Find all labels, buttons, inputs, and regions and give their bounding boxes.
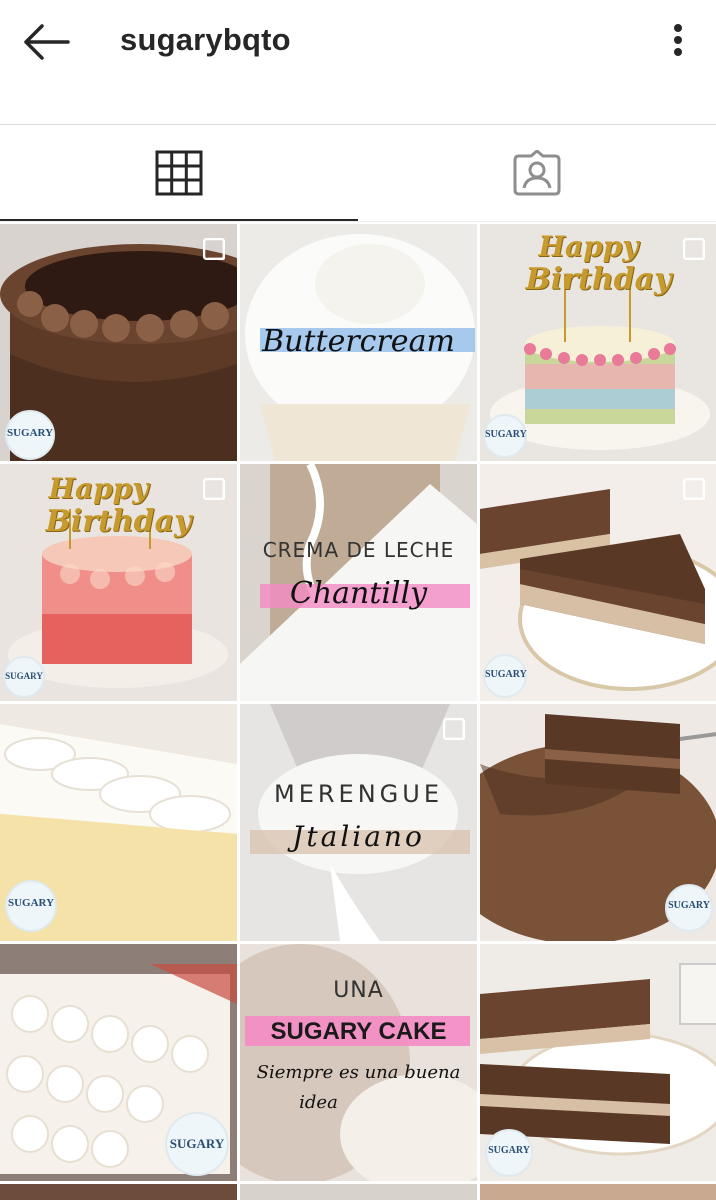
cake-topper-line1: Happy	[538, 230, 639, 263]
arrow-left-icon	[24, 24, 70, 60]
post-caption-line2: Jtaliano	[292, 820, 425, 853]
post-caption-line1: MERENGUE	[274, 780, 443, 808]
post-chocolate-torte[interactable]: SUGARY	[480, 704, 716, 941]
more-options-button[interactable]	[660, 20, 696, 64]
brand-logo: SUGARY	[165, 1112, 229, 1176]
multiple-posts-icon	[202, 477, 226, 501]
profile-username: sugarybqto	[120, 22, 291, 57]
post-chocolate-cake-cup[interactable]: SUGARY	[480, 944, 716, 1181]
post-partial-1[interactable]	[0, 1184, 237, 1200]
post-meringue-tray[interactable]: SUGARY	[0, 944, 237, 1181]
brand-logo: SUGARY	[483, 654, 527, 698]
tab-tagged[interactable]	[358, 125, 716, 221]
post-caption: Buttercream	[262, 324, 455, 359]
multiple-posts-icon	[202, 237, 226, 261]
profile-tabs	[0, 125, 716, 222]
multiple-posts-icon	[682, 237, 706, 261]
post-caption-line3: Siempre es una buena	[256, 1062, 461, 1083]
back-button[interactable]	[18, 20, 74, 64]
brand-logo: SUGARY	[483, 414, 527, 458]
post-partial-3[interactable]	[480, 1184, 716, 1200]
post-chantilly[interactable]: CREMA DE LECHE Chantilly	[240, 464, 477, 701]
tab-posts-grid[interactable]	[0, 125, 358, 221]
post-meringue-cake[interactable]: SUGARY	[0, 704, 237, 941]
post-pink-birthday-cake[interactable]: Happy Birthday SUGARY	[0, 464, 237, 701]
post-caption-line1: CREMA DE LECHE	[262, 538, 455, 562]
more-vertical-icon	[674, 24, 682, 56]
post-merengue-italiano[interactable]: MERENGUE Jtaliano	[240, 704, 477, 941]
post-caption-line2: Chantilly	[289, 576, 428, 611]
multiple-posts-icon	[682, 477, 706, 501]
post-caption-line4: idea	[299, 1092, 338, 1113]
post-rainbow-birthday-cake[interactable]: Happy Birthday SUGARY	[480, 224, 716, 461]
grid-icon	[155, 150, 203, 196]
post-caption-line2: SUGARY CAKE	[270, 1018, 447, 1045]
brand-logo: SUGARY	[665, 884, 713, 932]
tagged-person-icon	[513, 150, 561, 196]
brand-logo: SUGARY	[3, 656, 45, 698]
post-chocolate-cake[interactable]: SUGARY	[0, 224, 237, 461]
multiple-posts-icon	[442, 717, 466, 741]
post-chocolate-slice[interactable]: SUGARY	[480, 464, 716, 701]
profile-header: sugarybqto	[0, 0, 716, 125]
post-partial-2[interactable]	[240, 1184, 477, 1200]
post-buttercream[interactable]: Buttercream	[240, 224, 477, 461]
cake-topper-line2: Birthday	[525, 262, 672, 297]
tab-selected-indicator	[0, 219, 358, 221]
cake-topper-line1: Happy	[48, 472, 149, 505]
brand-logo: SUGARY	[5, 880, 57, 932]
post-caption-line1: UNA	[333, 978, 384, 1003]
post-una-sugary-cake[interactable]: UNA SUGARY CAKE Siempre es una buena ide…	[240, 944, 477, 1181]
brand-logo: SUGARY	[485, 1129, 533, 1177]
cake-topper-line2: Birthday	[45, 504, 192, 539]
brand-logo: SUGARY	[5, 410, 55, 460]
